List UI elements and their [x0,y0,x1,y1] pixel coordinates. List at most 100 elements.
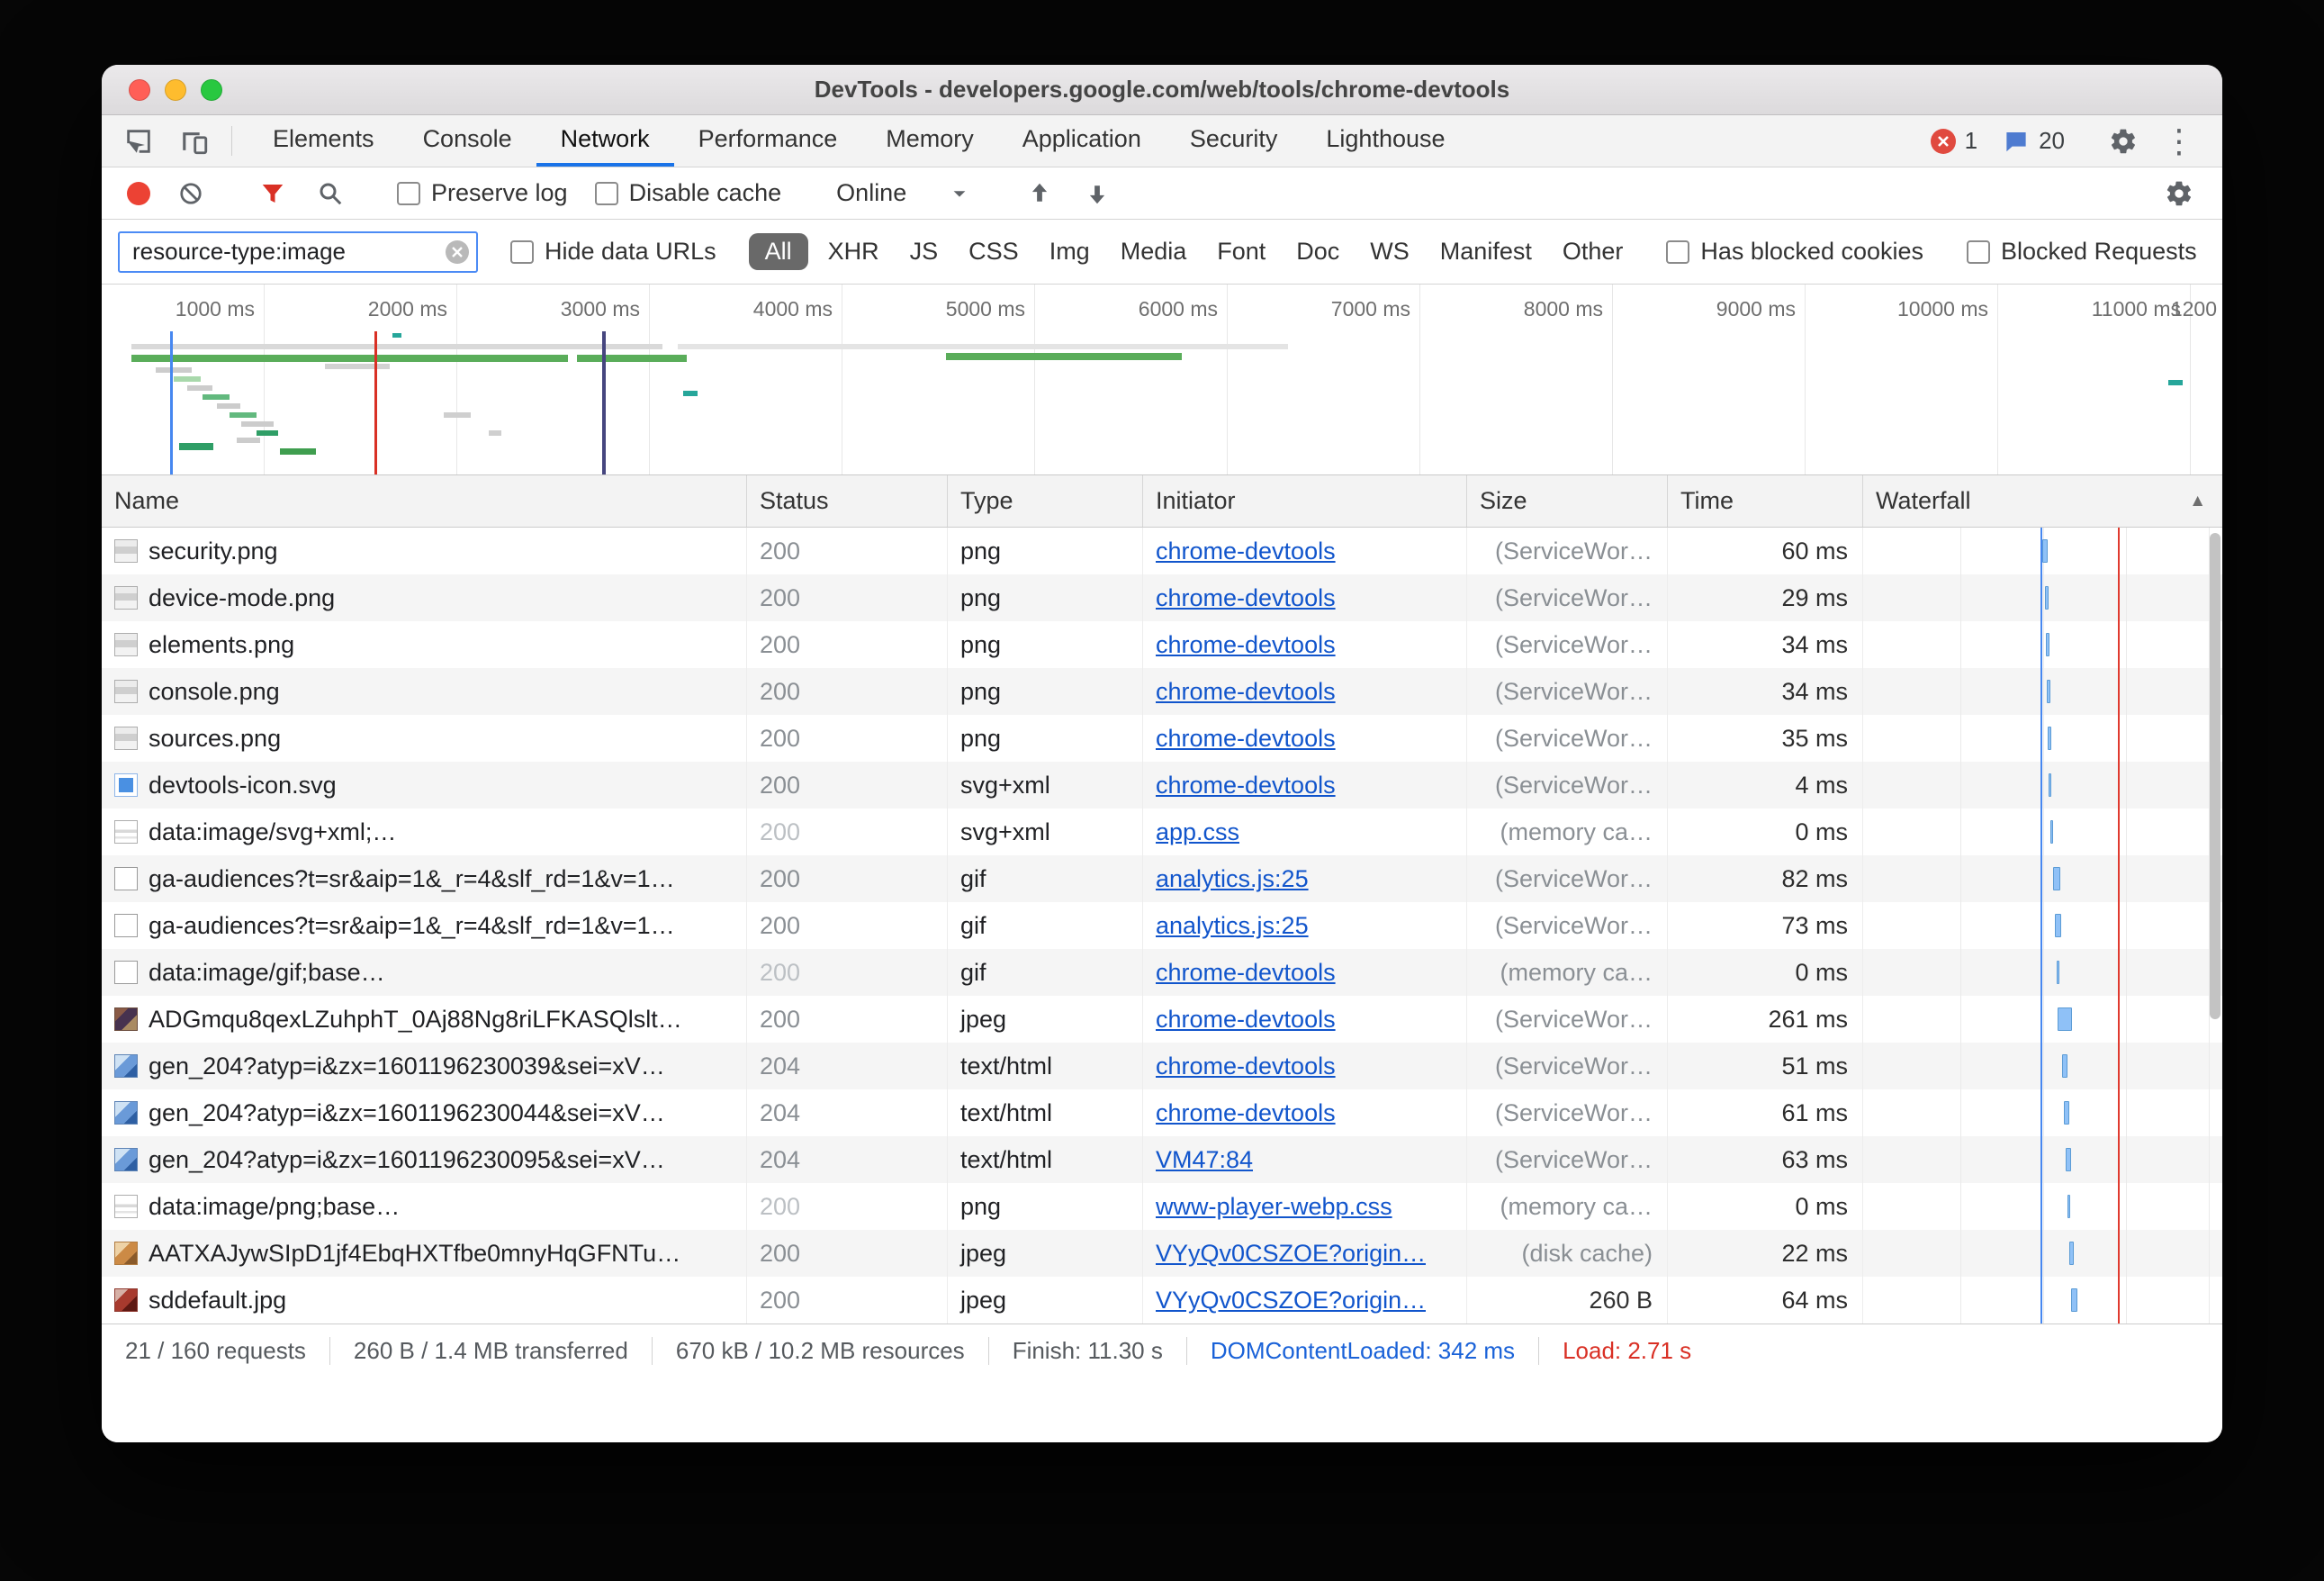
clear-filter-button[interactable] [446,240,469,264]
waterfall-bar [2062,1054,2067,1078]
clear-network-log-button[interactable] [165,180,217,207]
resource-filter-manifest[interactable]: Manifest [1429,233,1543,270]
initiator-link[interactable]: analytics.js:25 [1156,912,1309,940]
filter-toggle-button[interactable] [247,180,299,207]
network-overview-timeline[interactable]: 1000 ms2000 ms3000 ms4000 ms5000 ms6000 … [102,285,2222,475]
table-row[interactable]: sources.png200pngchrome-devtools(Service… [102,715,2222,762]
resource-filter-media[interactable]: Media [1110,233,1198,270]
table-row[interactable]: sddefault.jpg200jpegVYyQv0CSZOE?origin…2… [102,1277,2222,1324]
device-toolbar-button[interactable] [167,115,222,167]
minimize-window-button[interactable] [165,79,186,101]
status-cell: 200 [747,902,948,949]
tab-security[interactable]: Security [1166,115,1302,167]
initiator-link[interactable]: chrome-devtools [1156,631,1336,659]
request-name: gen_204?atyp=i&zx=1601196230044&sei=xV… [149,1099,665,1127]
tab-elements[interactable]: Elements [248,115,399,167]
network-filter-input[interactable] [118,231,478,273]
hide-data-urls-checkbox[interactable] [510,240,534,264]
column-header-name[interactable]: Name [102,475,747,527]
column-header-waterfall[interactable]: Waterfall▲ [1863,475,2222,527]
waterfall-bar [2057,961,2059,984]
type-cell: png [948,1183,1143,1230]
column-header-time[interactable]: Time [1668,475,1863,527]
time-cell: 51 ms [1668,1043,1863,1089]
preserve-log-checkbox[interactable] [397,182,420,205]
vertical-scrollbar-thumb[interactable] [2210,533,2220,1019]
table-row[interactable]: data:image/gif;base…200gifchrome-devtool… [102,949,2222,996]
table-row[interactable]: data:image/svg+xml;…200svg+xmlapp.css(me… [102,809,2222,855]
thumbred-file-icon [114,1288,138,1312]
inspect-element-button[interactable] [111,115,167,167]
resource-filter-font[interactable]: Font [1206,233,1276,270]
table-row[interactable]: gen_204?atyp=i&zx=1601196230095&sei=xV…2… [102,1136,2222,1183]
import-har-button[interactable] [1013,180,1066,207]
table-row[interactable]: elements.png200pngchrome-devtools(Servic… [102,621,2222,668]
table-row[interactable]: ADGmqu8qexLZuhphT_0Aj88Ng8riLFKASQlslt…2… [102,996,2222,1043]
export-har-button[interactable] [1071,180,1123,207]
column-header-status[interactable]: Status [747,475,948,527]
initiator-link[interactable]: VYyQv0CSZOE?origin… [1156,1287,1426,1314]
request-name: security.png [149,538,278,565]
tab-memory[interactable]: Memory [861,115,998,167]
initiator-link[interactable]: chrome-devtools [1156,678,1336,706]
size-cell: (ServiceWor… [1467,621,1668,668]
initiator-link[interactable]: chrome-devtools [1156,1052,1336,1080]
status-cell: 200 [747,1277,948,1324]
table-row[interactable]: gen_204?atyp=i&zx=1601196230044&sei=xV…2… [102,1089,2222,1136]
table-row[interactable]: ga-audiences?t=sr&aip=1&_r=4&slf_rd=1&v=… [102,855,2222,902]
search-button[interactable] [304,180,356,207]
settings-button[interactable] [2096,127,2150,156]
table-row[interactable]: security.png200pngchrome-devtools(Servic… [102,528,2222,574]
zoom-window-button[interactable] [201,79,222,101]
disable-cache-checkbox[interactable] [595,182,618,205]
initiator-link[interactable]: app.css [1156,818,1239,846]
status-cell: 204 [747,1136,948,1183]
resource-filter-css[interactable]: CSS [958,233,1030,270]
initiator-link[interactable]: chrome-devtools [1156,538,1336,565]
resource-filter-ws[interactable]: WS [1359,233,1420,270]
resource-filter-xhr[interactable]: XHR [817,233,890,270]
resource-filter-img[interactable]: Img [1039,233,1101,270]
throttling-select[interactable]: Online [822,179,984,207]
column-header-size[interactable]: Size [1467,475,1668,527]
resource-filter-all[interactable]: All [749,233,808,270]
resource-filter-js[interactable]: JS [899,233,950,270]
request-name: ga-audiences?t=sr&aip=1&_r=4&slf_rd=1&v=… [149,865,675,893]
initiator-link[interactable]: www-player-webp.css [1156,1193,1392,1221]
column-header-initiator[interactable]: Initiator [1143,475,1467,527]
table-row[interactable]: gen_204?atyp=i&zx=1601196230039&sei=xV…2… [102,1043,2222,1089]
error-count-badge[interactable]: 1 [1918,127,1990,155]
table-row[interactable]: ga-audiences?t=sr&aip=1&_r=4&slf_rd=1&v=… [102,902,2222,949]
close-window-button[interactable] [129,79,150,101]
table-row[interactable]: AATXAJywSIpD1jf4EbqHXTfbe0mnyHqGFNTu…200… [102,1230,2222,1277]
initiator-link[interactable]: chrome-devtools [1156,959,1336,987]
column-header-type[interactable]: Type [948,475,1143,527]
console-messages-badge[interactable]: 20 [1990,127,2077,155]
initiator-link[interactable]: chrome-devtools [1156,1006,1336,1034]
more-options-button[interactable]: ⋮ [2150,122,2208,160]
record-network-log-button[interactable] [127,182,150,205]
table-row[interactable]: data:image/png;base…200pngwww-player-web… [102,1183,2222,1230]
initiator-link[interactable]: chrome-devtools [1156,1099,1336,1127]
tab-lighthouse[interactable]: Lighthouse [1302,115,1469,167]
has-blocked-cookies-checkbox[interactable] [1666,240,1689,264]
column-header-label: Type [960,487,1013,515]
initiator-link[interactable]: chrome-devtools [1156,772,1336,800]
tab-performance[interactable]: Performance [674,115,862,167]
resource-filter-doc[interactable]: Doc [1285,233,1350,270]
blocked-requests-checkbox[interactable] [1967,240,1990,264]
tab-network[interactable]: Network [536,115,674,167]
resource-filter-other[interactable]: Other [1552,233,1635,270]
initiator-link[interactable]: VM47:84 [1156,1146,1253,1174]
tab-console[interactable]: Console [399,115,536,167]
table-row[interactable]: devtools-icon.svg200svg+xmlchrome-devtoo… [102,762,2222,809]
initiator-link[interactable]: VYyQv0CSZOE?origin… [1156,1240,1426,1268]
table-row[interactable]: device-mode.png200pngchrome-devtools(Ser… [102,574,2222,621]
initiator-link[interactable]: chrome-devtools [1156,584,1336,612]
initiator-link[interactable]: analytics.js:25 [1156,865,1309,893]
network-settings-button[interactable] [2152,179,2206,208]
initiator-link[interactable]: chrome-devtools [1156,725,1336,753]
tab-application[interactable]: Application [998,115,1166,167]
table-row[interactable]: console.png200pngchrome-devtools(Service… [102,668,2222,715]
name-cell: ga-audiences?t=sr&aip=1&_r=4&slf_rd=1&v=… [102,855,747,902]
